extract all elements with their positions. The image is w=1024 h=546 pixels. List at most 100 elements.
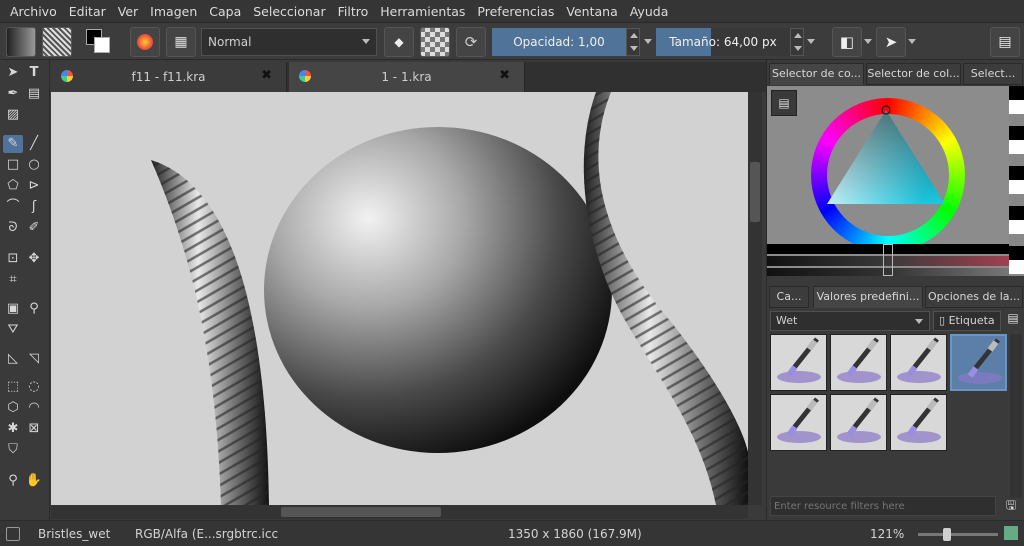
move-tool-icon[interactable]: ✥ bbox=[24, 250, 44, 268]
tab-f11[interactable]: f11 - f11.kra ✖ bbox=[51, 62, 287, 92]
menu-herramientas[interactable]: Herramientas bbox=[374, 4, 471, 19]
blend-mode-select[interactable]: Normal bbox=[201, 28, 377, 56]
multibrush-icon[interactable]: ✐ bbox=[24, 219, 44, 237]
chevron-down-icon[interactable] bbox=[908, 39, 916, 44]
zoom-tool-icon[interactable]: ⚲ bbox=[3, 472, 23, 490]
menu-imagen[interactable]: Imagen bbox=[144, 4, 203, 19]
menu-filtro[interactable]: Filtro bbox=[332, 4, 375, 19]
status-color-space: RGB/Alfa (E...srgbtrc.icc bbox=[135, 527, 279, 541]
brush-preset-item[interactable] bbox=[830, 334, 887, 391]
similar-select-icon[interactable]: ⊠ bbox=[24, 420, 44, 438]
tab-1[interactable]: 1 - 1.kra ✖ bbox=[289, 62, 525, 92]
brush-presets-icon[interactable] bbox=[130, 27, 160, 57]
polygon-tool-icon[interactable]: ⬠ bbox=[3, 177, 23, 195]
pattern-selector-icon[interactable] bbox=[42, 27, 72, 57]
canvas[interactable] bbox=[51, 92, 748, 505]
menu-ver[interactable]: Ver bbox=[112, 4, 144, 19]
scrollbar-thumb[interactable] bbox=[281, 507, 441, 517]
mirror-horizontal-icon[interactable]: ◧ bbox=[832, 27, 862, 57]
dynamic-brush-icon[interactable]: ᘐ bbox=[3, 219, 23, 237]
menu-seleccionar[interactable]: Seleccionar bbox=[247, 4, 331, 19]
brush-preset-item[interactable] bbox=[770, 334, 827, 391]
tab-ca[interactable]: Ca... bbox=[769, 286, 809, 308]
save-icon[interactable]: 🖫 bbox=[1000, 496, 1022, 516]
menu-ayuda[interactable]: Ayuda bbox=[624, 4, 675, 19]
gradient-selector-icon[interactable] bbox=[6, 27, 36, 57]
freehand-path-icon[interactable]: ʃ bbox=[24, 198, 44, 216]
menu-archivo[interactable]: Archivo bbox=[4, 4, 63, 19]
tab-tool-options[interactable]: Opciones de la... bbox=[925, 286, 1023, 308]
resource-filter-input[interactable] bbox=[770, 496, 996, 516]
preserve-alpha-icon[interactable] bbox=[420, 27, 450, 57]
color-picker-icon[interactable]: ⚲ bbox=[24, 300, 44, 318]
rectangle-tool-icon[interactable]: □ bbox=[3, 156, 23, 174]
size-slider[interactable]: Tamaño: 64,00 px bbox=[656, 28, 790, 56]
gradient-tool-icon[interactable]: ▣ bbox=[3, 300, 23, 318]
crop-tool-icon[interactable]: ⌗ bbox=[3, 271, 23, 289]
line-tool-icon[interactable]: ╱ bbox=[24, 135, 44, 153]
rect-select-icon[interactable]: ⬚ bbox=[3, 378, 23, 396]
brush-preset-item[interactable] bbox=[890, 334, 947, 391]
polygon-select-icon[interactable]: ⬡ bbox=[3, 399, 23, 417]
background-color-swatch[interactable] bbox=[94, 37, 110, 53]
tab-color-selector-2[interactable]: Selector de col... bbox=[866, 63, 961, 85]
chevron-down-icon[interactable] bbox=[644, 39, 652, 44]
select-shapes-icon[interactable]: ➤ bbox=[3, 64, 23, 82]
measure-tool-icon[interactable]: ◹ bbox=[24, 350, 44, 368]
bezier-tool-icon[interactable]: ⌒ bbox=[3, 198, 23, 216]
edit-shapes-icon[interactable]: ▤ bbox=[24, 85, 44, 103]
vertical-scrollbar[interactable] bbox=[748, 92, 762, 505]
zoom-slider[interactable] bbox=[918, 533, 998, 536]
pan-tool-icon[interactable]: ✋ bbox=[24, 472, 44, 490]
tab-brush-presets[interactable]: Valores predefini... bbox=[813, 286, 923, 308]
ellipse-select-icon[interactable]: ◌ bbox=[24, 378, 44, 396]
preset-view-menu-icon[interactable]: ▤ bbox=[1004, 311, 1022, 331]
color-settings-icon[interactable]: ▤ bbox=[771, 90, 797, 116]
chevron-down-icon[interactable] bbox=[807, 39, 815, 44]
freehand-select-icon[interactable]: ◠ bbox=[24, 399, 44, 417]
close-icon[interactable]: ✖ bbox=[261, 68, 272, 83]
size-spinner[interactable] bbox=[790, 28, 804, 56]
workspace-chooser-icon[interactable]: ▤ bbox=[990, 27, 1020, 57]
scrollbar-thumb[interactable] bbox=[750, 162, 760, 222]
bezier-select-icon[interactable]: ⛉ bbox=[3, 441, 23, 459]
assistant-tool-icon[interactable]: ◺ bbox=[3, 350, 23, 368]
opacity-slider[interactable]: Opacidad: 1,00 bbox=[492, 28, 626, 56]
pattern-edit-icon[interactable]: ▨ bbox=[3, 106, 23, 124]
saturation-value-triangle[interactable] bbox=[823, 104, 953, 224]
eraser-mode-icon[interactable]: ◆ bbox=[384, 27, 414, 57]
menu-ventana[interactable]: Ventana bbox=[560, 4, 623, 19]
canvas-only-icon[interactable] bbox=[1004, 526, 1018, 540]
menu-capa[interactable]: Capa bbox=[203, 4, 247, 19]
preset-filter-select[interactable]: Wet bbox=[770, 311, 930, 331]
brush-settings-icon[interactable]: ▦ bbox=[166, 27, 196, 57]
color-history-strip[interactable] bbox=[1009, 86, 1024, 276]
brush-preset-item[interactable] bbox=[890, 394, 947, 451]
tab-color-selector-1[interactable]: Selector de co... bbox=[769, 63, 864, 85]
menu-editar[interactable]: Editar bbox=[63, 4, 112, 19]
polyline-tool-icon[interactable]: ⊳ bbox=[24, 177, 44, 195]
zoom-slider-handle[interactable] bbox=[943, 528, 951, 541]
menu-preferencias[interactable]: Preferencias bbox=[471, 4, 560, 19]
calligraphy-icon[interactable]: ✒ bbox=[3, 85, 23, 103]
reload-preset-icon[interactable]: ⟳ bbox=[456, 27, 486, 57]
resource-filter-field[interactable] bbox=[771, 497, 995, 515]
magic-wand-icon[interactable]: ✱ bbox=[3, 420, 23, 438]
brush-preset-item[interactable] bbox=[830, 394, 887, 451]
mirror-vertical-icon[interactable]: ➤ bbox=[876, 27, 906, 57]
ellipse-tool-icon[interactable]: ○ bbox=[24, 156, 44, 174]
opacity-spinner[interactable] bbox=[626, 28, 640, 56]
tab-color-selector-3[interactable]: Select... bbox=[963, 63, 1023, 85]
brush-preset-item[interactable] bbox=[770, 394, 827, 451]
horizontal-scrollbar[interactable] bbox=[51, 505, 748, 519]
tag-selector[interactable]: ▯ Etiqueta bbox=[933, 311, 1001, 331]
brush-preset-item[interactable] bbox=[950, 334, 1007, 391]
transform-tool-icon[interactable]: ⊡ bbox=[3, 250, 23, 268]
chevron-down-icon[interactable] bbox=[864, 39, 872, 44]
freehand-brush-icon[interactable]: ✎ bbox=[3, 135, 23, 153]
advanced-color-selector[interactable]: ▤ bbox=[767, 86, 1009, 276]
preset-scrollbar[interactable] bbox=[1010, 334, 1022, 498]
fill-tool-icon[interactable]: ⛛ bbox=[3, 321, 23, 339]
close-icon[interactable]: ✖ bbox=[499, 68, 510, 83]
text-tool-icon[interactable]: T bbox=[24, 64, 44, 82]
